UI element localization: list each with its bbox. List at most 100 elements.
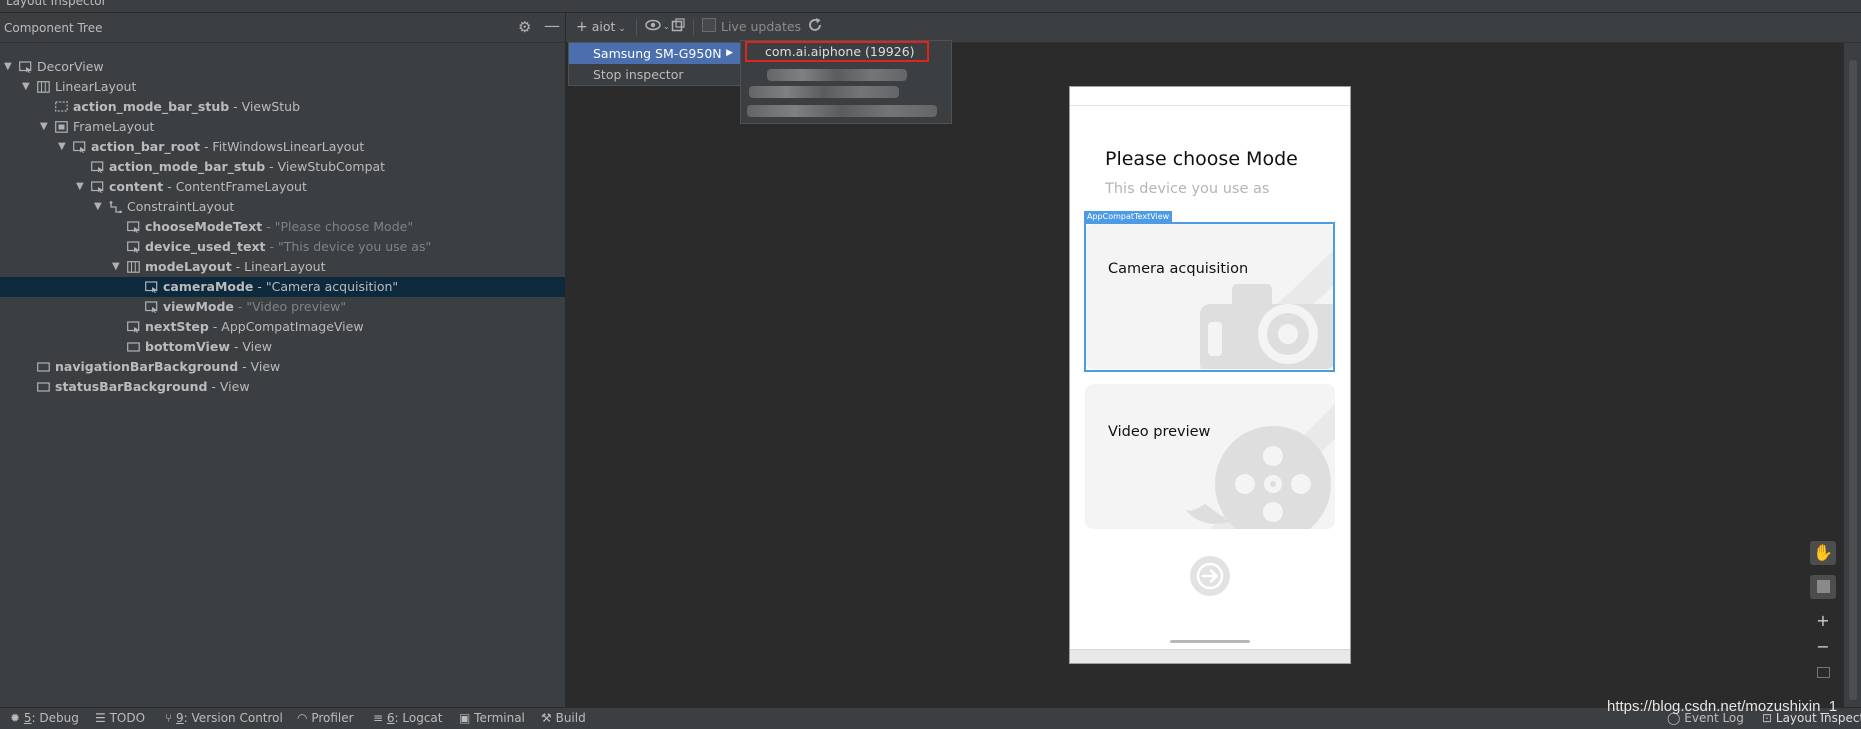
expand-arrow-icon[interactable]: ▼ — [4, 57, 12, 77]
blurred-process-item[interactable] — [747, 105, 937, 117]
tree-node-id: viewMode — [163, 299, 234, 314]
window-title-bar: Layout Inspector — [0, 0, 1861, 13]
tree-node-label: viewMode - "Video preview" — [163, 297, 346, 317]
tree-node-label: bottomView - View — [145, 337, 272, 357]
expand-arrow-icon[interactable]: ▼ — [76, 177, 84, 197]
expand-arrow-icon[interactable]: ▼ — [22, 77, 30, 97]
tree-node-navigationBarBackground[interactable]: navigationBarBackground - View — [0, 357, 565, 377]
toolbar-separator — [693, 19, 694, 36]
tree-node-id: action_mode_bar_stub — [109, 159, 266, 174]
device-screen-render[interactable]: Please choose Mode This device you use a… — [1069, 86, 1351, 664]
stub-node-icon — [55, 101, 68, 112]
version-control-tab[interactable]: ⑂ 9: Version Control — [165, 711, 283, 725]
stop-inspector-item[interactable]: Stop inspector — [569, 64, 741, 85]
minimize-icon[interactable]: — — [544, 16, 560, 35]
pan-tool-button[interactable]: ✋ — [1810, 541, 1836, 565]
tree-node-type: - ContentFrameLayout — [163, 179, 307, 194]
expand-arrow-icon[interactable]: ▼ — [94, 197, 102, 217]
tree-node-label: content - ContentFrameLayout — [109, 177, 307, 197]
watermark-url: https://blog.csdn.net/mozushixin_1 — [1607, 698, 1838, 715]
arrow-right-icon — [1196, 562, 1224, 590]
component-tree-panel: Component Tree ⚙ — ▼ DecorView ▼ LinearLayo… — [0, 13, 566, 707]
debug-tab[interactable]: ✹ 5: Debug — [10, 711, 79, 725]
navigation-bar-background[interactable] — [1070, 649, 1350, 663]
tree-node-bottomView[interactable]: bottomView - View — [0, 337, 565, 357]
tree-node-DecorView[interactable]: ▼ DecorView — [0, 57, 565, 77]
expand-arrow-icon[interactable]: ▼ — [58, 137, 66, 157]
terminal-tab[interactable]: ▣ Terminal — [459, 711, 525, 725]
tree-node-type: - AppCompatImageView — [208, 319, 364, 334]
device-menu-item-samsung[interactable]: Samsung SM-G950N ▶ — [569, 43, 741, 64]
tree-node-ConstraintLayout[interactable]: ▼ ConstraintLayout — [0, 197, 565, 217]
blurred-process-item[interactable] — [767, 69, 907, 81]
film-reel-icon — [1185, 404, 1335, 529]
view-node-icon — [73, 141, 86, 153]
linear-node-icon — [37, 81, 50, 93]
tree-node-text: - "Camera acquisition" — [253, 279, 399, 294]
zoom-out-button[interactable]: − — [1810, 635, 1836, 659]
stop-inspector-label: Stop inspector — [593, 67, 684, 82]
tree-node-modeLayout[interactable]: ▼ modeLayout - LinearLayout — [0, 257, 565, 277]
status-bar-background[interactable] — [1070, 87, 1350, 106]
list-icon: ☰ — [95, 711, 106, 725]
fit-screen-icon — [1816, 667, 1830, 678]
tree-node-id: modeLayout — [145, 259, 232, 274]
selected-view-tag: AppCompatTextView — [1084, 211, 1173, 223]
device-used-text[interactable]: This device you use as — [1105, 181, 1269, 197]
refresh-icon — [809, 18, 821, 31]
video-mode-label: Video preview — [1108, 424, 1211, 440]
next-step-button[interactable] — [1190, 556, 1230, 596]
choose-mode-text[interactable]: Please choose Mode — [1105, 148, 1298, 170]
3d-mode-button[interactable] — [1810, 575, 1836, 599]
tree-node-device-used-text[interactable]: device_used_text - "This device you use … — [0, 237, 565, 257]
process-item-aiphone[interactable]: com.ai.aiphone (19926) — [765, 44, 915, 59]
tree-node-type: - View — [207, 379, 250, 394]
bottom-view[interactable] — [1170, 640, 1250, 643]
tree-node-label: FrameLayout — [73, 117, 154, 137]
refresh-button[interactable] — [807, 17, 823, 36]
tree-node-FrameLayout[interactable]: ▼ FrameLayout — [0, 117, 565, 137]
tree-node-type: - View — [229, 339, 272, 354]
profiler-tab[interactable]: ◠ Profiler — [297, 711, 354, 725]
tree-node-viewMode[interactable]: viewMode - "Video preview" — [0, 297, 565, 317]
tree-node-type: - FitWindowsLinearLayout — [199, 139, 365, 154]
tree-node-statusBarBackground[interactable]: statusBarBackground - View — [0, 377, 565, 397]
video-mode-card[interactable]: Video preview — [1085, 384, 1335, 529]
gear-icon[interactable]: ⚙ — [518, 18, 531, 36]
tree-node-id: content — [109, 179, 164, 194]
logcat-tab[interactable]: ≡ 6: Logcat — [373, 711, 442, 725]
tree-node-action-mode-bar-stub[interactable]: action_mode_bar_stub - ViewStubCompat — [0, 157, 565, 177]
load-overlay-button[interactable] — [671, 18, 686, 36]
blurred-process-item[interactable] — [749, 86, 899, 98]
tree-node-label: cameraMode - "Camera acquisition" — [163, 277, 398, 297]
tree-node-content[interactable]: ▼ content - ContentFrameLayout — [0, 177, 565, 197]
view-node-icon — [127, 221, 140, 233]
tree-node-nextStep[interactable]: nextStep - AppCompatImageView — [0, 317, 565, 337]
select-process-button[interactable]: + aiot ⌄ — [576, 19, 626, 35]
tree-node-cameraMode[interactable]: cameraMode - "Camera acquisition" — [0, 277, 565, 297]
tree-node-text: - "This device you use as" — [265, 239, 432, 254]
build-tab[interactable]: ⚒ Build — [541, 711, 586, 725]
zoom-in-button[interactable]: + — [1810, 609, 1836, 633]
tree-node-chooseModeText[interactable]: chooseModeText - "Please choose Mode" — [0, 217, 565, 237]
tree-node-action-bar-root[interactable]: ▼ action_bar_root - FitWindowsLinearLayou… — [0, 137, 565, 157]
tree-node-LinearLayout[interactable]: ▼ LinearLayout — [0, 77, 565, 97]
tree-node-action-mode-bar-stub[interactable]: action_mode_bar_stub - ViewStub — [0, 97, 565, 117]
chevron-down-icon[interactable]: ⌄ — [663, 22, 670, 31]
zoom-to-fit-button[interactable] — [1810, 661, 1836, 685]
expand-arrow-icon[interactable]: ▼ — [40, 117, 48, 137]
tree-node-id: bottomView — [145, 339, 230, 354]
view-options-button[interactable] — [645, 17, 661, 36]
todo-tab[interactable]: ☰ TODO — [95, 711, 145, 725]
expand-arrow-icon[interactable]: ▼ — [112, 257, 120, 277]
tree-node-id: nextStep — [145, 319, 209, 334]
tree-node-label: navigationBarBackground - View — [55, 357, 280, 377]
tree-node-text: - "Video preview" — [233, 299, 347, 314]
tree-node-label: device_used_text - "This device you use … — [145, 237, 431, 257]
live-updates-checkbox[interactable] — [702, 18, 716, 33]
tree-node-id: cameraMode — [163, 279, 254, 294]
logcat-icon: ≡ — [373, 711, 384, 725]
hammer-icon: ⚒ — [541, 711, 552, 725]
vertical-scrollbar[interactable] — [1849, 60, 1857, 700]
tree-node-type: - ViewStub — [229, 99, 301, 114]
